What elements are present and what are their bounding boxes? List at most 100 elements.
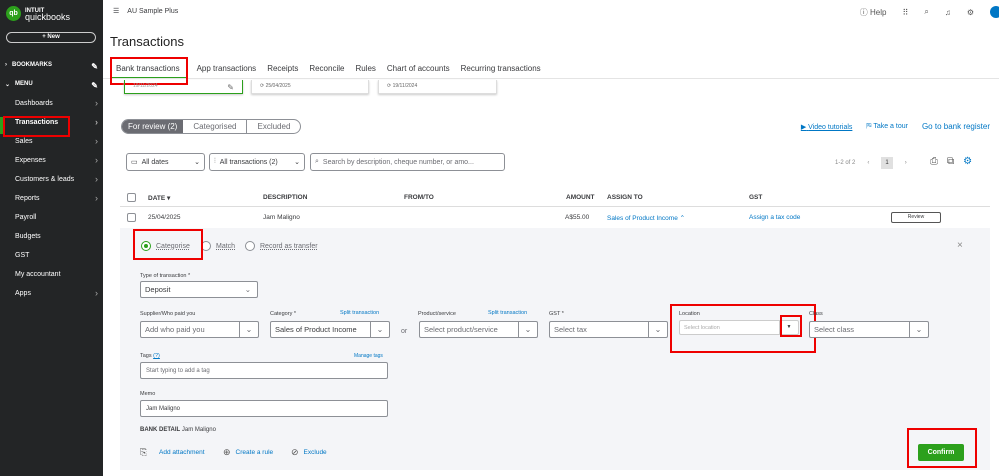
export-icon[interactable]: ⧉ [947, 156, 954, 167]
sidebar-item-budgets[interactable]: Budgets [15, 233, 98, 240]
split-transaction-link[interactable]: Split transaction [488, 310, 527, 316]
memo-label: Memo [140, 391, 156, 397]
help-button[interactable]: ⓘ Help [860, 7, 887, 18]
split-transaction-link[interactable]: Split transaction [340, 310, 379, 316]
gst-select[interactable]: Select tax ⌄ [549, 321, 668, 338]
go-to-bank-register-link[interactable]: Go to bank register [922, 122, 990, 131]
tab-rules[interactable]: Rules [355, 64, 375, 79]
action-label: Exclude [303, 449, 327, 456]
search-input[interactable]: ⌕ Search by description, cheque number, o… [310, 153, 505, 171]
print-icon[interactable]: ⎙ [930, 156, 938, 167]
chevron-down-icon[interactable]: ⌄ [518, 322, 537, 337]
radio-record-as-transfer[interactable]: Record as transfer [245, 241, 318, 251]
caret-down-icon[interactable]: ▼ [779, 321, 798, 334]
video-tutorials-link[interactable]: ▶ Video tutorials [801, 123, 853, 131]
tab-bank-transactions[interactable]: Bank transactions [110, 64, 186, 79]
tab-excluded[interactable]: Excluded [246, 120, 300, 133]
date-filter[interactable]: ▭ All dates ⌄ [126, 153, 205, 171]
payee-select[interactable]: Add who paid you ⌄ [140, 321, 259, 338]
sidebar-item-transactions[interactable]: Transactions › [15, 118, 98, 127]
category-select[interactable]: Sales of Product Income ⌄ [270, 321, 390, 338]
column-date[interactable]: DATE ▾ [148, 194, 170, 202]
sidebar: qb INTUIT quickbooks + New › BOOKMARKS ✎ ⌄ M… [0, 0, 103, 476]
chevron-up-icon[interactable]: ⌃ [680, 215, 685, 222]
select-all-checkbox[interactable] [127, 193, 136, 202]
chevron-down-icon[interactable]: ⌄ [648, 322, 667, 337]
sidebar-item-dashboards[interactable]: Dashboards › [15, 99, 98, 108]
column-from-to: FROM/TO [404, 194, 434, 201]
transaction-filter[interactable]: ⫶ All transactions (2) ⌄ [209, 153, 305, 171]
tab-chart-of-accounts[interactable]: Chart of accounts [387, 64, 450, 79]
radio-match[interactable]: Match [201, 241, 235, 251]
apps-grid-icon[interactable]: ⠿ [902, 8, 908, 17]
take-tour-link[interactable]: ⛿ Take a tour [866, 123, 908, 131]
tour-icon: ⛿ [866, 122, 872, 130]
tab-reconcile[interactable]: Reconcile [309, 64, 344, 79]
tab-receipts[interactable]: Receipts [267, 64, 298, 79]
prev-page-button[interactable]: ‹ [867, 160, 869, 166]
row-assign-to[interactable]: Sales of Product Income ⌃ [607, 214, 685, 222]
select-placeholder: Select tax [554, 325, 587, 334]
manage-tags-link[interactable]: Manage tags [354, 353, 383, 359]
chevron-right-icon: › [95, 155, 98, 165]
tab-categorised[interactable]: Categorised [183, 120, 246, 133]
select-value: Deposit [145, 285, 171, 294]
tab-recurring-transactions[interactable]: Recurring transactions [461, 64, 541, 79]
account-card[interactable]: ⟳ 25/04/2025 [251, 80, 369, 94]
location-select[interactable]: Select location ▼ [679, 320, 799, 335]
add-attachment-button[interactable]: ⎘ Add attachment [140, 447, 205, 458]
exclude-button[interactable]: ⊘ Exclude [291, 447, 327, 458]
new-button[interactable]: + New [6, 32, 96, 43]
review-button[interactable]: Review [891, 212, 941, 223]
type-of-transaction-select[interactable]: Deposit ⌄ [140, 281, 258, 298]
next-page-button[interactable]: › [905, 160, 907, 166]
or-label: or [401, 328, 408, 335]
close-icon[interactable]: × [957, 240, 963, 251]
menu-collapse-icon[interactable]: ☰ [113, 7, 119, 15]
company-name: AU Sample Plus [127, 7, 179, 15]
memo-input[interactable]: Jam Maligno [140, 400, 388, 417]
sidebar-item-apps[interactable]: Apps › [15, 289, 98, 298]
gear-icon[interactable]: ⚙ [967, 8, 974, 17]
account-card[interactable]: ⟳ 19/11/2024 [378, 80, 497, 94]
type-label: Type of transaction * [140, 273, 191, 279]
sidebar-item-customers[interactable]: Customers & leads › [15, 175, 98, 184]
sidebar-item-reports[interactable]: Reports › [15, 194, 98, 203]
menu-section[interactable]: ⌄ MENU ✎ [5, 81, 98, 90]
sidebar-item-expenses[interactable]: Expenses › [15, 155, 98, 165]
pagination: 1-2 of 2 ‹ 1 › [835, 157, 907, 169]
create-rule-button[interactable]: ⊕ Create a rule [223, 447, 273, 458]
sidebar-item-payroll[interactable]: Payroll [15, 214, 98, 221]
gst-label: GST * [549, 311, 564, 317]
tags-help-icon[interactable]: (?) [153, 353, 160, 359]
tags-input[interactable]: Start typing to add a tag [140, 362, 388, 379]
bookmarks-section[interactable]: › BOOKMARKS ✎ [5, 62, 98, 71]
pencil-icon[interactable]: ✎ [91, 81, 98, 90]
sidebar-item-my-accountant[interactable]: My accountant [15, 271, 98, 278]
select-placeholder: Add who paid you [145, 325, 205, 334]
radio-categorise[interactable]: Categorise [141, 241, 190, 251]
chevron-down-icon[interactable]: ⌄ [909, 322, 928, 337]
row-checkbox[interactable] [127, 213, 136, 222]
sidebar-item-gst[interactable]: GST [15, 252, 98, 259]
pencil-icon[interactable]: ✎ [227, 83, 234, 92]
pencil-icon[interactable]: ✎ [91, 62, 98, 71]
chevron-down-icon[interactable]: ⌄ [370, 322, 389, 337]
avatar[interactable] [990, 6, 999, 18]
tab-for-review[interactable]: For review (2) [122, 120, 184, 133]
class-select[interactable]: Select class ⌄ [809, 321, 929, 338]
bell-icon[interactable]: ♫ [945, 8, 951, 17]
quickbooks-logo[interactable]: qb INTUIT quickbooks [6, 6, 70, 21]
radio-icon [201, 241, 211, 251]
chevron-down-icon[interactable]: ⌄ [239, 322, 258, 337]
product-service-select[interactable]: Select product/service ⌄ [419, 321, 538, 338]
assign-tax-code-link[interactable]: Assign a tax code [749, 214, 800, 221]
search-icon[interactable]: ⌕ [924, 7, 928, 17]
sidebar-item-sales[interactable]: Sales › [15, 137, 98, 146]
account-card[interactable]: 19/11/2024 ✎ [124, 80, 243, 94]
tab-app-transactions[interactable]: App transactions [197, 64, 257, 79]
select-placeholder: Select class [814, 325, 855, 334]
confirm-button[interactable]: Confirm [918, 444, 964, 461]
settings-gear-icon[interactable]: ⚙ [963, 156, 972, 167]
page-number-button[interactable]: 1 [881, 157, 893, 169]
